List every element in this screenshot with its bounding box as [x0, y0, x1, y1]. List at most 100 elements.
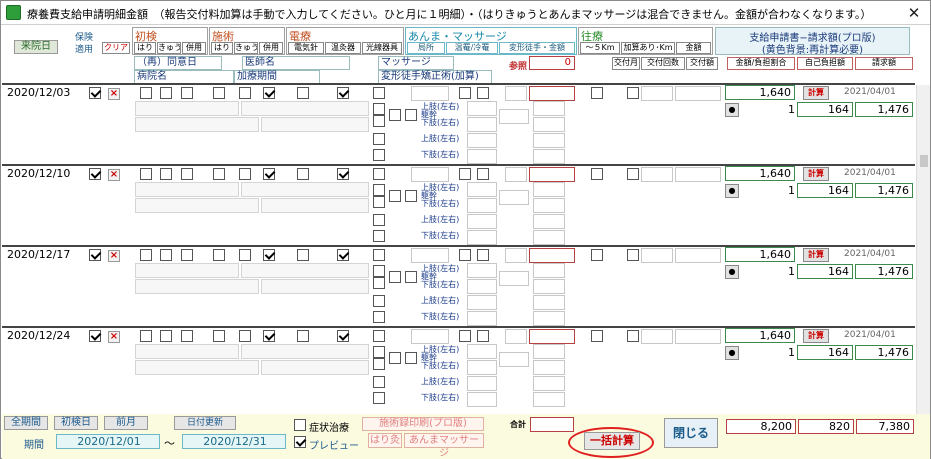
kofu-kaisu-button[interactable]: 交付回数 — [641, 57, 685, 70]
row-option-checkbox[interactable] — [263, 168, 275, 180]
kofu-gaku-button[interactable]: 交付額 — [686, 57, 718, 70]
shojo-checkbox[interactable] — [294, 419, 306, 431]
hari-button[interactable]: はり灸 — [368, 433, 402, 448]
row-body-input[interactable] — [533, 392, 565, 407]
scroll-thumb[interactable] — [920, 155, 928, 167]
row-option-checkbox[interactable] — [459, 249, 471, 261]
row-calc-button[interactable]: 計算 — [803, 86, 829, 100]
row-body-checkbox[interactable] — [373, 115, 385, 127]
row-body-input[interactable] — [467, 311, 497, 326]
row-body-input[interactable] — [533, 263, 565, 278]
row-byoin-field[interactable] — [135, 198, 259, 213]
row-body-input[interactable] — [467, 214, 497, 229]
close-icon[interactable]: ✕ — [904, 4, 924, 22]
row-dot-button[interactable]: ● — [725, 265, 739, 279]
row-option-checkbox[interactable] — [297, 168, 309, 180]
row-option-checkbox[interactable] — [213, 330, 225, 342]
row-ishi-field[interactable] — [241, 344, 369, 359]
close-button[interactable]: 閉じる — [664, 418, 718, 448]
row-option-checkbox[interactable] — [337, 87, 349, 99]
row-option-checkbox[interactable] — [239, 249, 251, 261]
row-input[interactable] — [641, 329, 673, 344]
date-update-button[interactable]: 日付更新 — [174, 416, 236, 430]
row-ishi-field[interactable] — [241, 101, 369, 116]
row-body-input[interactable] — [467, 230, 497, 245]
row-option-checkbox[interactable] — [477, 168, 489, 180]
row-body-checkbox[interactable] — [373, 230, 385, 242]
row-body-checkbox[interactable] — [405, 109, 417, 121]
row-option-checkbox[interactable] — [373, 330, 385, 342]
row-delete-icon[interactable]: × — [108, 331, 120, 343]
row-option-checkbox[interactable] — [591, 330, 603, 342]
row-body-input[interactable] — [533, 230, 565, 245]
row-body-input[interactable] — [467, 279, 497, 294]
row-option-checkbox[interactable] — [459, 168, 471, 180]
row-body-checkbox[interactable] — [405, 271, 417, 283]
row-option-checkbox[interactable] — [213, 87, 225, 99]
row-calc-button[interactable]: 計算 — [803, 167, 829, 181]
row-option-checkbox[interactable] — [263, 249, 275, 261]
anma-onan[interactable]: 温罨/冷罨 — [446, 42, 498, 54]
anma-button[interactable]: あんまマッサージ — [404, 433, 484, 459]
row-body-input[interactable] — [533, 182, 565, 197]
row-body-input[interactable] — [499, 271, 529, 286]
row-input[interactable] — [641, 167, 673, 182]
row-body-checkbox[interactable] — [373, 346, 385, 358]
row-option-checkbox[interactable] — [297, 249, 309, 261]
row-option-checkbox[interactable] — [591, 87, 603, 99]
row-input[interactable] — [411, 248, 449, 263]
row-ishi-field[interactable] — [241, 182, 369, 197]
row-option-checkbox[interactable] — [263, 87, 275, 99]
row-body-input[interactable] — [467, 263, 497, 278]
row-option-checkbox[interactable] — [239, 87, 251, 99]
shoken-heiyo[interactable]: 併用 — [182, 42, 206, 54]
row-kaso-field[interactable] — [261, 117, 369, 132]
raiin-button[interactable]: 来院日 — [14, 40, 58, 54]
row-option-checkbox[interactable] — [239, 168, 251, 180]
row-body-checkbox[interactable] — [373, 149, 385, 161]
row-input[interactable] — [641, 86, 673, 101]
row-amount-input[interactable] — [529, 86, 575, 101]
row-input[interactable] — [505, 329, 527, 344]
row-option-checkbox[interactable] — [477, 87, 489, 99]
row-input[interactable] — [505, 86, 527, 101]
row-body-input[interactable] — [467, 376, 497, 391]
period-from[interactable]: 2020/12/01 — [56, 434, 160, 449]
row-body-input[interactable] — [533, 360, 565, 375]
row-input[interactable] — [675, 248, 721, 263]
row-body-checkbox[interactable] — [373, 265, 385, 277]
row-body-checkbox[interactable] — [405, 352, 417, 364]
seijutsu-kyu[interactable]: きゅう — [234, 42, 258, 54]
row-body-input[interactable] — [467, 117, 497, 132]
row-body-checkbox[interactable] — [373, 184, 385, 196]
row-body-input[interactable] — [533, 149, 565, 164]
row-input[interactable] — [675, 167, 721, 182]
preview-checkbox[interactable] — [294, 436, 306, 448]
clear-button[interactable]: クリア — [102, 42, 130, 54]
oushin-5km[interactable]: ～５Km — [580, 42, 620, 54]
gokei-field[interactable] — [530, 417, 574, 432]
row-option-checkbox[interactable] — [459, 330, 471, 342]
row-amount-input[interactable] — [529, 329, 575, 344]
row-option-checkbox[interactable] — [140, 249, 152, 261]
row-body-input[interactable] — [499, 109, 529, 124]
row-checkbox[interactable] — [89, 249, 101, 261]
row-option-checkbox[interactable] — [263, 330, 275, 342]
row-option-checkbox[interactable] — [627, 87, 639, 99]
row-sai-field[interactable] — [135, 182, 239, 197]
row-body-checkbox[interactable] — [373, 358, 385, 370]
row-option-checkbox[interactable] — [459, 87, 471, 99]
row-option-checkbox[interactable] — [181, 168, 193, 180]
row-input[interactable] — [411, 329, 449, 344]
row-body-input[interactable] — [467, 198, 497, 213]
row-option-checkbox[interactable] — [140, 330, 152, 342]
anma-henkei[interactable]: 変形徒手・金額 — [499, 42, 575, 54]
row-option-checkbox[interactable] — [181, 330, 193, 342]
row-option-checkbox[interactable] — [181, 87, 193, 99]
row-body-checkbox[interactable] — [373, 196, 385, 208]
row-option-checkbox[interactable] — [140, 168, 152, 180]
row-amount-input[interactable] — [529, 248, 575, 263]
row-option-checkbox[interactable] — [337, 330, 349, 342]
anma-kyokusho[interactable]: 局所 — [407, 42, 445, 54]
row-body-checkbox[interactable] — [373, 376, 385, 388]
